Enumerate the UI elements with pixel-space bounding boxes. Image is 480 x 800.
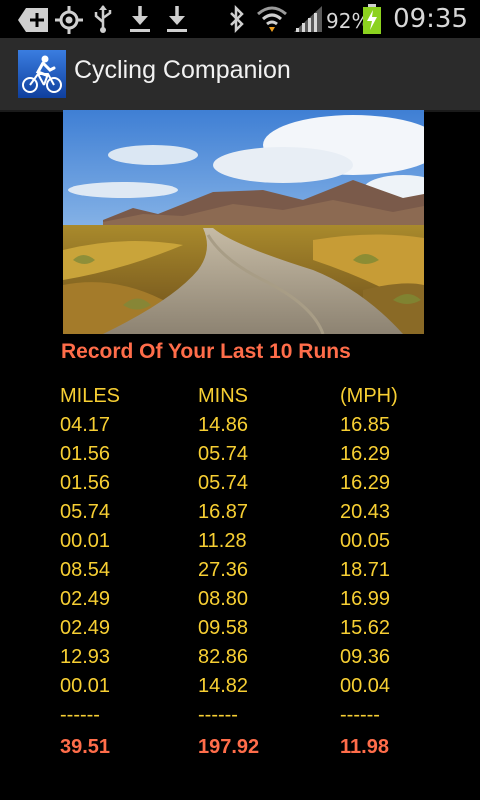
column-header-mins: MINS xyxy=(198,385,248,407)
app-title: Cycling Companion xyxy=(74,56,291,84)
cell-miles: 12.93 xyxy=(60,646,111,668)
action-bar: Cycling Companion xyxy=(0,38,480,112)
table-row: 02.49 09.58 15.62 xyxy=(60,617,460,646)
hero-landscape-image xyxy=(63,110,424,334)
table-row: 00.01 11.28 00.05 xyxy=(60,530,460,559)
download-icon xyxy=(130,6,150,32)
cell-miles: 01.56 xyxy=(60,443,111,465)
cell-mins: 08.80 xyxy=(198,588,249,610)
cell-mph: 16.29 xyxy=(340,472,391,494)
table-separator-row: ------ ------ ------ xyxy=(60,704,460,733)
cell-miles: 00.01 xyxy=(60,675,111,697)
separator: ------ xyxy=(60,704,100,726)
cell-mins: 16.87 xyxy=(198,501,249,523)
table-row: 01.56 05.74 16.29 xyxy=(60,472,460,501)
table-row: 01.56 05.74 16.29 xyxy=(60,443,460,472)
runs-table: MILES MINS (MPH) 04.17 14.86 16.85 01.56 05… xyxy=(60,385,460,765)
wifi-icon xyxy=(257,6,287,32)
table-row: 08.54 27.36 18.71 xyxy=(60,559,460,588)
usb-icon xyxy=(94,5,112,33)
cell-mph: 20.43 xyxy=(340,501,391,523)
table-row: 12.93 82.86 09.36 xyxy=(60,646,460,675)
cell-miles: 04.17 xyxy=(60,414,111,436)
bluetooth-icon xyxy=(230,5,244,33)
download-icon xyxy=(167,6,187,32)
average-mph: 11.98 xyxy=(340,736,389,758)
cell-mph: 18.71 xyxy=(340,559,391,581)
cell-mph: 16.99 xyxy=(340,588,391,610)
cell-miles: 05.74 xyxy=(60,501,111,523)
add-icon xyxy=(18,8,48,32)
cell-mins: 14.86 xyxy=(198,414,249,436)
app-logo-icon[interactable] xyxy=(18,50,66,98)
cell-miles: 01.56 xyxy=(60,472,111,494)
cell-mph: 16.29 xyxy=(340,443,391,465)
status-bar: 92% 09:35 xyxy=(0,0,480,38)
cell-miles: 08.54 xyxy=(60,559,111,581)
gps-icon xyxy=(55,6,83,34)
column-header-mph: (MPH) xyxy=(340,385,398,407)
signal-icon xyxy=(294,6,322,32)
cell-mins: 14.82 xyxy=(198,675,249,697)
cell-mph: 09.36 xyxy=(340,646,391,668)
cell-mins: 27.36 xyxy=(198,559,249,581)
cell-mins: 09.58 xyxy=(198,617,249,639)
total-mins: 197.92 xyxy=(198,736,260,758)
column-header-miles: MILES xyxy=(60,385,121,407)
cell-mins: 11.28 xyxy=(198,530,247,552)
cell-mph: 16.85 xyxy=(340,414,391,436)
table-row: 00.01 14.82 00.04 xyxy=(60,675,460,704)
cell-mins: 82.86 xyxy=(198,646,249,668)
battery-charging-icon xyxy=(363,4,381,34)
separator: ------ xyxy=(198,704,238,726)
table-totals-row: 39.51 197.92 11.98 xyxy=(60,736,460,765)
cell-mins: 05.74 xyxy=(198,443,249,465)
table-row: 05.74 16.87 20.43 xyxy=(60,501,460,530)
separator: ------ xyxy=(340,704,380,726)
cell-miles: 02.49 xyxy=(60,588,111,610)
cell-mph: 00.04 xyxy=(340,675,391,697)
cell-miles: 02.49 xyxy=(60,617,111,639)
table-row: 02.49 08.80 16.99 xyxy=(60,588,460,617)
total-miles: 39.51 xyxy=(60,736,111,758)
table-header: MILES MINS (MPH) xyxy=(60,385,460,414)
cell-miles: 00.01 xyxy=(60,530,111,552)
cell-mph: 15.62 xyxy=(340,617,391,639)
status-time: 09:35 xyxy=(393,4,468,34)
cell-mins: 05.74 xyxy=(198,472,249,494)
runs-headline: Record Of Your Last 10 Runs xyxy=(61,340,351,363)
cell-mph: 00.05 xyxy=(340,530,391,552)
table-row: 04.17 14.86 16.85 xyxy=(60,414,460,443)
